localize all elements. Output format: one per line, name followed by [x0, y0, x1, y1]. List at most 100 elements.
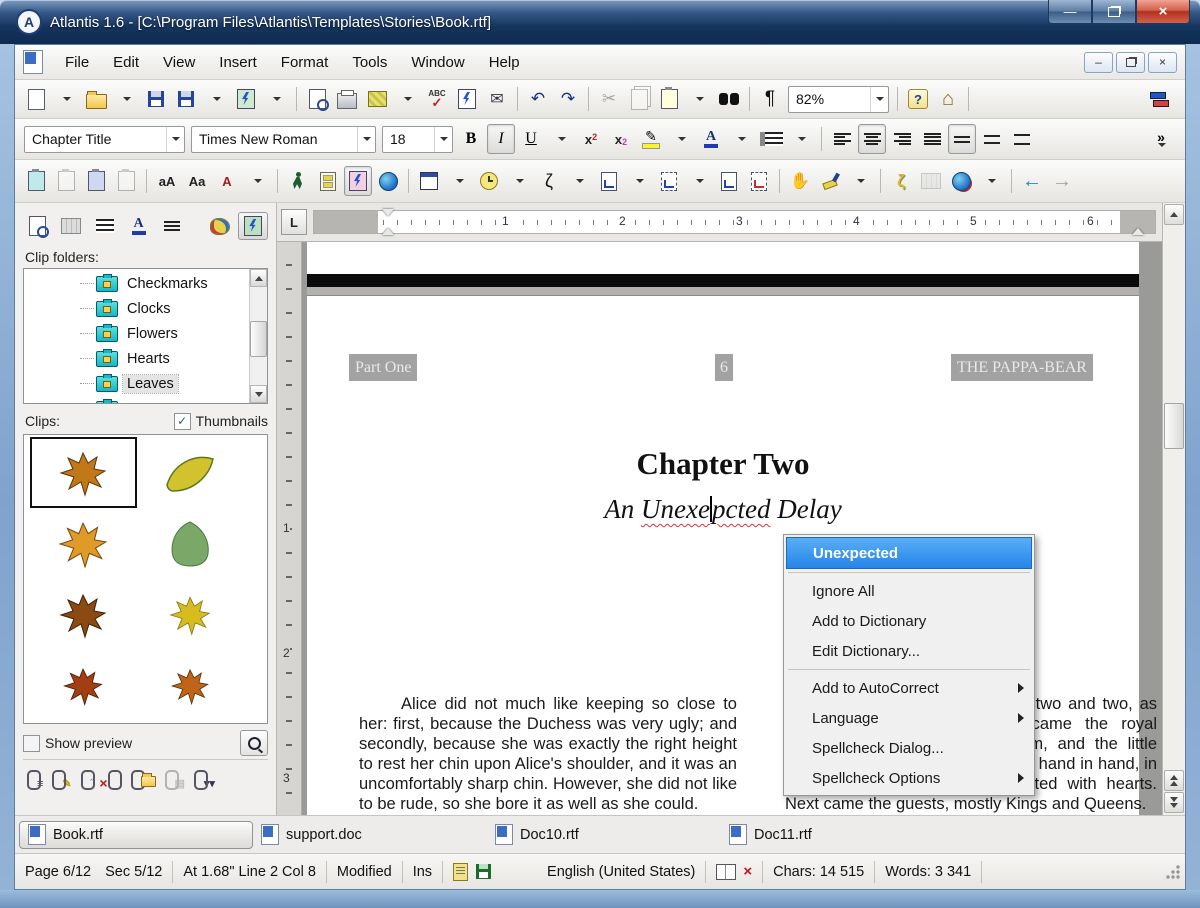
new-document-button[interactable] — [22, 84, 50, 114]
highlight-button[interactable]: ✎ — [637, 124, 665, 154]
copy-style-button[interactable] — [82, 166, 110, 196]
zoom-combobox[interactable]: 82% — [788, 86, 889, 113]
insert-symbol-button[interactable]: ζ — [535, 166, 563, 196]
subscript-button[interactable]: x2 — [607, 124, 635, 154]
tab-book-rtf[interactable]: Book.rtf — [19, 821, 253, 849]
copy-button[interactable] — [625, 84, 653, 114]
clip-folders-tree[interactable]: Checkmarks Clocks Flowers Hearts Leaves — [23, 268, 268, 404]
open-dropdown[interactable] — [112, 84, 140, 114]
align-center-button[interactable] — [858, 124, 886, 154]
italic-button[interactable]: I — [487, 124, 515, 154]
navigate-forward-button[interactable]: → — [1048, 166, 1076, 196]
tab-support-doc[interactable]: support.doc — [253, 821, 487, 849]
insert-section-break-button[interactable] — [655, 166, 683, 196]
header-field-left[interactable]: Part One — [349, 354, 417, 381]
online-spellcheck-button[interactable] — [947, 166, 975, 196]
header-field-right[interactable]: THE PAPPA-BEAR — [951, 354, 1093, 381]
status-page-section[interactable]: Page 6/12 Sec 5/12 — [15, 861, 173, 883]
menu-insert[interactable]: Insert — [207, 50, 269, 75]
justify-button[interactable] — [918, 124, 946, 154]
align-left-button[interactable] — [828, 124, 856, 154]
rename-clip-button[interactable]: ˝ — [81, 770, 95, 790]
redo-button[interactable]: ↷ — [554, 84, 582, 114]
style-combobox[interactable]: Chapter Title — [24, 126, 185, 153]
copy-formatting-button[interactable] — [22, 166, 50, 196]
save-special-dropdown[interactable] — [262, 84, 290, 114]
menu-edit[interactable]: Edit — [101, 50, 151, 75]
symbol-dropdown[interactable] — [565, 166, 593, 196]
status-chars[interactable]: Chars: 14 515 — [763, 861, 875, 883]
menu-view[interactable]: View — [151, 50, 207, 75]
font-color-button[interactable]: A — [697, 124, 725, 154]
insert-column-break-button[interactable] — [715, 166, 743, 196]
clip-thumbnail[interactable] — [137, 579, 244, 650]
web-button[interactable] — [374, 166, 402, 196]
field-codes-button[interactable] — [917, 166, 945, 196]
chapter-subtitle[interactable]: An Unexepcted Delay — [307, 494, 1139, 525]
horizontal-ruler[interactable]: L 1 2 3 4 5 6 — [277, 203, 1162, 242]
envelope-button[interactable]: ✉ — [483, 84, 511, 114]
clip-thumbnail[interactable] — [30, 437, 137, 508]
clips-panel-button[interactable] — [238, 212, 268, 240]
underline-button[interactable]: U — [517, 124, 545, 154]
encrypt-button[interactable] — [363, 84, 391, 114]
clip-thumbnail[interactable] — [30, 650, 137, 721]
suggestion-item[interactable]: Unexpected — [786, 537, 1032, 569]
home-button[interactable]: ⌂ — [934, 84, 962, 114]
scroll-up-button[interactable] — [1164, 204, 1184, 225]
autocorrect-button[interactable] — [453, 84, 481, 114]
edit-clip-button[interactable]: ✎ — [52, 770, 71, 790]
clip-thumbnail[interactable] — [137, 437, 244, 508]
insert-page-break-red-button[interactable] — [745, 166, 773, 196]
tab-doc10-rtf[interactable]: Doc10.rtf — [487, 821, 721, 849]
palette-button[interactable] — [205, 212, 235, 240]
find-button[interactable] — [715, 84, 743, 114]
new-document-dropdown[interactable] — [52, 84, 80, 114]
clip-properties-button[interactable]: ▤ — [165, 770, 185, 790]
insert-time-button[interactable] — [475, 166, 503, 196]
menu-file[interactable]: File — [53, 50, 101, 75]
tab-doc11-rtf[interactable]: Doc11.rtf — [721, 821, 955, 849]
break-dropdown[interactable] — [625, 166, 653, 196]
show-preview-checkbox[interactable]: ✓ — [23, 735, 40, 752]
paragraph-styles-button[interactable] — [90, 212, 120, 240]
status-language[interactable]: English (United States) — [537, 861, 706, 883]
clip-thumbnail[interactable] — [137, 650, 244, 721]
clip-thumbnail[interactable] — [30, 579, 137, 650]
status-spellcheck[interactable]: × — [706, 861, 763, 883]
header-field-page-number[interactable]: 6 — [715, 354, 733, 381]
move-clip-to-folder-button[interactable] — [131, 770, 156, 790]
menu-help[interactable]: Help — [477, 50, 532, 75]
zoom-page-button[interactable] — [23, 212, 53, 240]
print-preview-button[interactable] — [303, 84, 331, 114]
spellcheck-button[interactable]: ABC✓ — [423, 84, 451, 114]
browse-previous-button[interactable] — [1164, 770, 1184, 791]
font-size-dropdown[interactable] — [434, 127, 452, 152]
right-indent-marker[interactable] — [1132, 228, 1144, 235]
save-dropdown[interactable] — [202, 84, 230, 114]
drawer-button[interactable] — [314, 166, 342, 196]
menu-item-spellcheck-options[interactable]: Spellcheck Options — [786, 763, 1032, 793]
time-dropdown[interactable] — [505, 166, 533, 196]
tree-item-flowers[interactable]: Flowers — [24, 321, 249, 346]
status-words[interactable]: Words: 3 341 — [875, 861, 982, 883]
highlight-dropdown[interactable] — [667, 124, 695, 154]
menu-window[interactable]: Window — [399, 50, 476, 75]
print-button[interactable] — [333, 84, 361, 114]
preview-zoom-button[interactable] — [240, 730, 268, 756]
tab-stop-selector[interactable]: L — [281, 209, 307, 235]
misspelled-word[interactable]: Unexepcted — [641, 494, 770, 524]
clip-library-button[interactable] — [344, 166, 372, 196]
ruler-bar[interactable]: 1 2 3 4 5 6 — [313, 210, 1156, 234]
encrypt-dropdown[interactable] — [393, 84, 421, 114]
zoom-dropdown[interactable] — [870, 87, 888, 112]
hanging-indent-marker[interactable] — [382, 228, 394, 235]
book-view-button[interactable] — [57, 212, 87, 240]
mdi-minimize-button[interactable]: – — [1084, 52, 1113, 73]
menu-item-edit-dictionary[interactable]: Edit Dictionary... — [786, 636, 1032, 666]
menu-item-add-to-autocorrect[interactable]: Add to AutoCorrect — [786, 673, 1032, 703]
style-dropdown[interactable] — [166, 127, 184, 152]
align-right-button[interactable] — [888, 124, 916, 154]
format-painter-button[interactable] — [816, 166, 844, 196]
scroll-up-button[interactable] — [250, 269, 267, 287]
